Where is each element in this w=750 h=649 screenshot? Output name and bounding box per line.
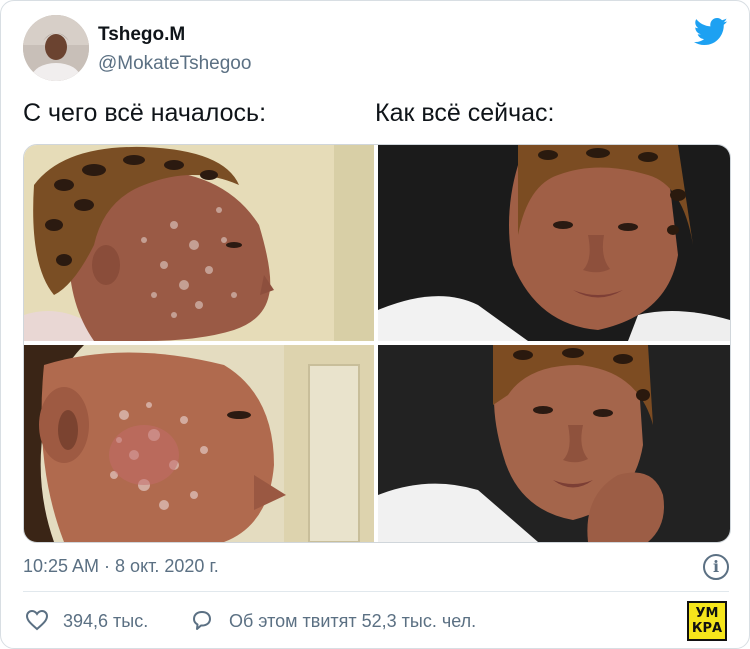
- twitter-bird-icon[interactable]: [694, 17, 728, 47]
- divider: [23, 591, 729, 592]
- logo-line1: УМ: [695, 606, 719, 621]
- heart-icon[interactable]: [25, 608, 49, 632]
- tweet-card: Tshego.M @MokateTshegoo С чего всё начал…: [0, 0, 750, 649]
- photo-after-1[interactable]: [378, 145, 730, 341]
- photo-grid: [23, 144, 731, 543]
- photo-after-2[interactable]: [378, 345, 730, 542]
- avatar[interactable]: [23, 15, 89, 81]
- photo-before-2[interactable]: [24, 345, 374, 542]
- caption-after: Как всё сейчас:: [375, 99, 555, 127]
- retweet-discussion-count[interactable]: Об этом твитят 52,3 тыс. чел.: [229, 611, 476, 632]
- caption-before: С чего всё началось:: [23, 99, 267, 127]
- photo-before-1[interactable]: [24, 145, 374, 341]
- like-count[interactable]: 394,6 тыс.: [63, 611, 148, 632]
- display-name[interactable]: Tshego.M: [98, 24, 185, 46]
- logo-line2: КРА: [691, 621, 723, 636]
- info-icon[interactable]: i: [703, 554, 729, 580]
- tweet-timestamp[interactable]: 10:25 AM · 8 окт. 2020 г.: [23, 556, 219, 577]
- user-handle[interactable]: @MokateTshegoo: [98, 53, 251, 75]
- umkra-logo: УМ КРА: [687, 601, 727, 641]
- speech-bubble-icon[interactable]: [190, 608, 214, 632]
